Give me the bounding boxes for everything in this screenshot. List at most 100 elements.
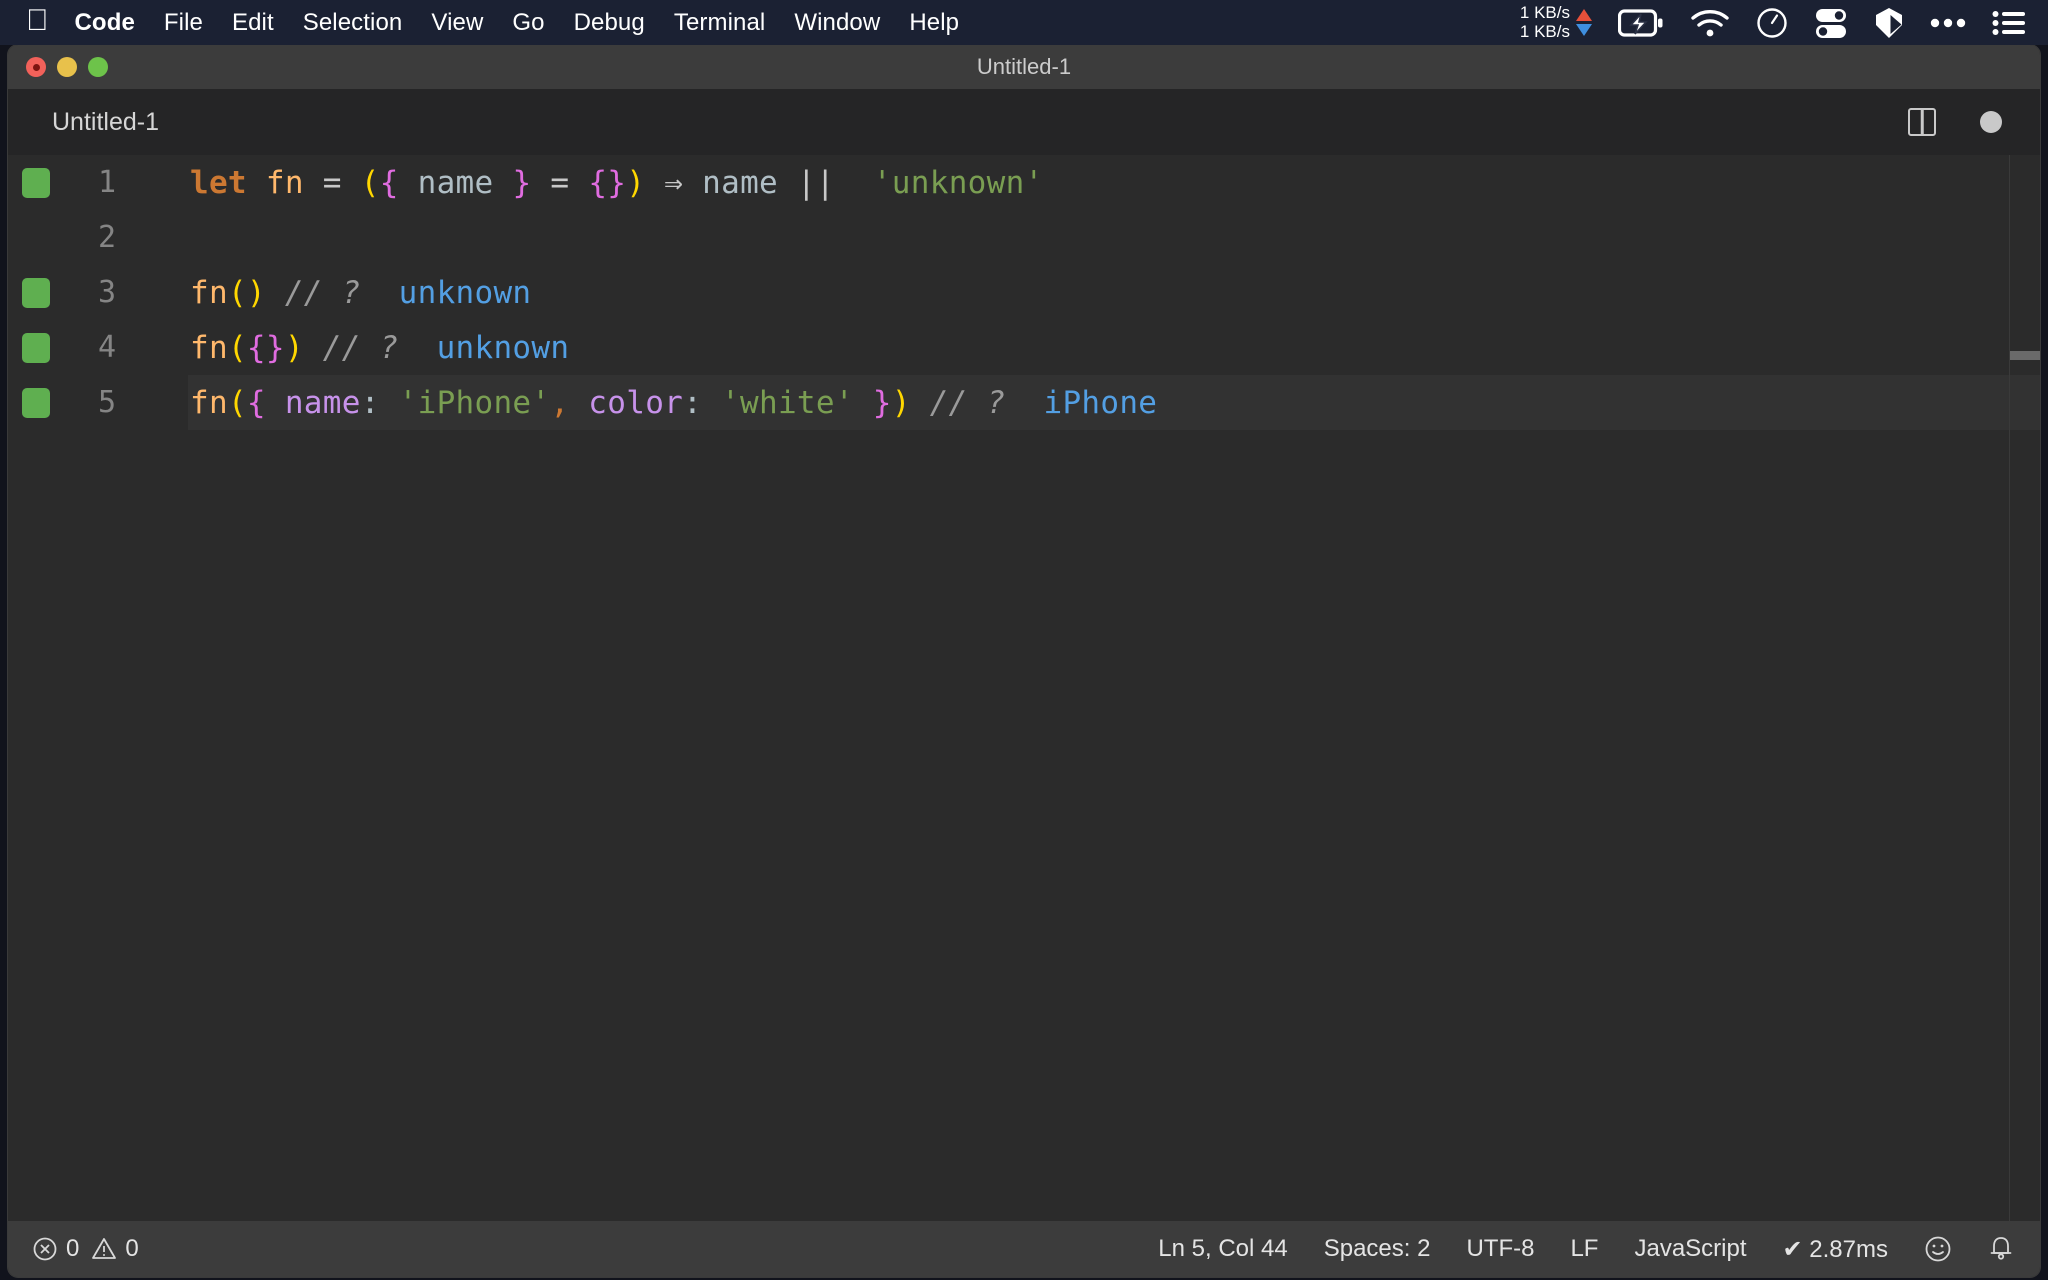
indentation-item[interactable]: Spaces: 2: [1324, 1235, 1431, 1263]
menu-item-terminal[interactable]: Terminal: [674, 9, 766, 37]
code-token: [683, 165, 702, 201]
line-number: 2: [8, 220, 138, 255]
quokka-gutter-marker[interactable]: [22, 168, 50, 198]
error-circle-icon: [32, 1236, 58, 1262]
code-token: let: [190, 165, 247, 201]
code-token: [854, 385, 873, 421]
code-token: =: [550, 165, 569, 201]
code-line-2[interactable]: 2: [8, 210, 2040, 265]
unsaved-dot-icon[interactable]: [1980, 111, 2002, 133]
smiley-icon[interactable]: [1924, 1235, 1952, 1263]
window-titlebar: Untitled-1: [8, 45, 2040, 89]
menu-item-go[interactable]: Go: [512, 9, 544, 37]
menu-item-selection[interactable]: Selection: [303, 9, 403, 37]
error-count-item[interactable]: 0: [32, 1235, 79, 1263]
editor-scrollbar-track: [2009, 155, 2010, 1221]
download-arrow-icon: [1576, 24, 1592, 36]
zoom-window-button[interactable]: [88, 57, 108, 77]
minimize-window-button[interactable]: [57, 57, 77, 77]
encoding-item[interactable]: UTF-8: [1466, 1235, 1534, 1263]
code-token: [911, 385, 930, 421]
warning-count-label: 0: [125, 1235, 138, 1263]
code-token: {}: [588, 165, 626, 201]
code-token: [247, 165, 266, 201]
line-source: fn({ name: 'iPhone', color: 'white' }) /…: [138, 385, 1157, 421]
menu-item-file[interactable]: File: [164, 9, 203, 37]
shield-icon[interactable]: [1874, 7, 1904, 39]
quokka-gutter-marker[interactable]: [22, 388, 50, 418]
code-token: [1006, 385, 1044, 421]
upload-arrow-icon: [1576, 9, 1592, 21]
menu-item-code[interactable]: Code: [75, 9, 135, 37]
code-token: ): [892, 385, 911, 421]
code-line-3[interactable]: 3fn() // ? unknown: [8, 265, 2040, 320]
language-mode-item[interactable]: JavaScript: [1634, 1235, 1746, 1263]
line-source: fn({}) // ? unknown: [138, 330, 569, 366]
split-editor-icon[interactable]: [1908, 108, 1936, 136]
code-line-4[interactable]: 4fn({}) // ? unknown: [8, 320, 2040, 375]
code-token: [835, 165, 873, 201]
quokka-gutter-marker[interactable]: [22, 278, 50, 308]
ellipsis-icon[interactable]: [1930, 17, 1966, 29]
close-window-button[interactable]: [26, 57, 46, 77]
code-token: ): [285, 330, 304, 366]
code-token: 'unknown': [873, 165, 1044, 201]
code-token: =: [323, 165, 342, 201]
network-speed-indicator[interactable]: 1 KB/s 1 KB/s: [1520, 4, 1592, 41]
menu-item-debug[interactable]: Debug: [574, 9, 645, 37]
tab-untitled-1[interactable]: Untitled-1: [8, 89, 189, 155]
code-line-1[interactable]: 1let fn = ({ name } = {}) ⇒ name || 'unk…: [8, 155, 2040, 210]
editor-action-bar: [1908, 108, 2040, 136]
code-token: (: [228, 385, 247, 421]
code-token: [399, 165, 418, 201]
code-token: // ?: [285, 275, 361, 311]
cursor-position-item[interactable]: Ln 5, Col 44: [1158, 1235, 1287, 1263]
macos-menu-bar:  Code File Edit Selection View Go Debug…: [0, 0, 2048, 45]
code-token: fn: [190, 385, 228, 421]
line-source: fn() // ? unknown: [138, 275, 531, 311]
eol-item[interactable]: LF: [1570, 1235, 1598, 1263]
menu-item-edit[interactable]: Edit: [232, 9, 274, 37]
bell-icon[interactable]: [1988, 1235, 2014, 1263]
upload-rate-label: 1 KB/s: [1520, 4, 1570, 22]
code-token: }: [873, 385, 892, 421]
code-token: [493, 165, 512, 201]
editor-scrollbar-slider[interactable]: [2010, 351, 2040, 360]
code-token: ): [626, 165, 645, 201]
menu-item-window[interactable]: Window: [794, 9, 880, 37]
apple-logo-icon[interactable]: : [26, 6, 49, 36]
code-token: [531, 165, 550, 201]
quokka-status-item[interactable]: ✔ 2.87ms: [1783, 1235, 1888, 1264]
menu-item-help[interactable]: Help: [909, 9, 959, 37]
menu-bar-tray: 1 KB/s 1 KB/s: [1520, 4, 2026, 41]
code-token: [569, 165, 588, 201]
wifi-icon[interactable]: [1690, 8, 1730, 38]
editor-tab-strip: Untitled-1: [8, 89, 2040, 155]
code-token: 'white': [721, 385, 854, 421]
control-center-icon[interactable]: [1992, 10, 2026, 36]
battery-charging-icon[interactable]: [1618, 9, 1664, 37]
code-token: (: [228, 330, 247, 366]
status-bar-right: Ln 5, Col 44 Spaces: 2 UTF-8 LF JavaScri…: [1158, 1235, 2014, 1264]
clock-icon[interactable]: [1756, 7, 1788, 39]
quokka-gutter-marker[interactable]: [22, 333, 50, 363]
code-token: [266, 385, 285, 421]
code-token: ⇒: [664, 165, 683, 201]
status-bar-left: 0 0: [32, 1235, 139, 1263]
code-token: [569, 385, 588, 421]
error-count-label: 0: [66, 1235, 79, 1263]
warning-count-item[interactable]: 0: [91, 1235, 138, 1263]
menu-item-view[interactable]: View: [431, 9, 483, 37]
code-token: {}: [247, 330, 285, 366]
toggles-icon[interactable]: [1814, 7, 1848, 39]
code-line-5[interactable]: 5fn({ name: 'iPhone', color: 'white' }) …: [8, 375, 2040, 430]
code-token: [645, 165, 664, 201]
code-token: [399, 330, 437, 366]
code-token: {: [247, 385, 266, 421]
code-token: name: [285, 385, 361, 421]
code-token: [266, 275, 285, 311]
window-title: Untitled-1: [8, 54, 2040, 80]
code-token: (: [361, 165, 380, 201]
code-editor[interactable]: 1let fn = ({ name } = {}) ⇒ name || 'unk…: [8, 155, 2040, 1221]
code-token: // ?: [930, 385, 1006, 421]
